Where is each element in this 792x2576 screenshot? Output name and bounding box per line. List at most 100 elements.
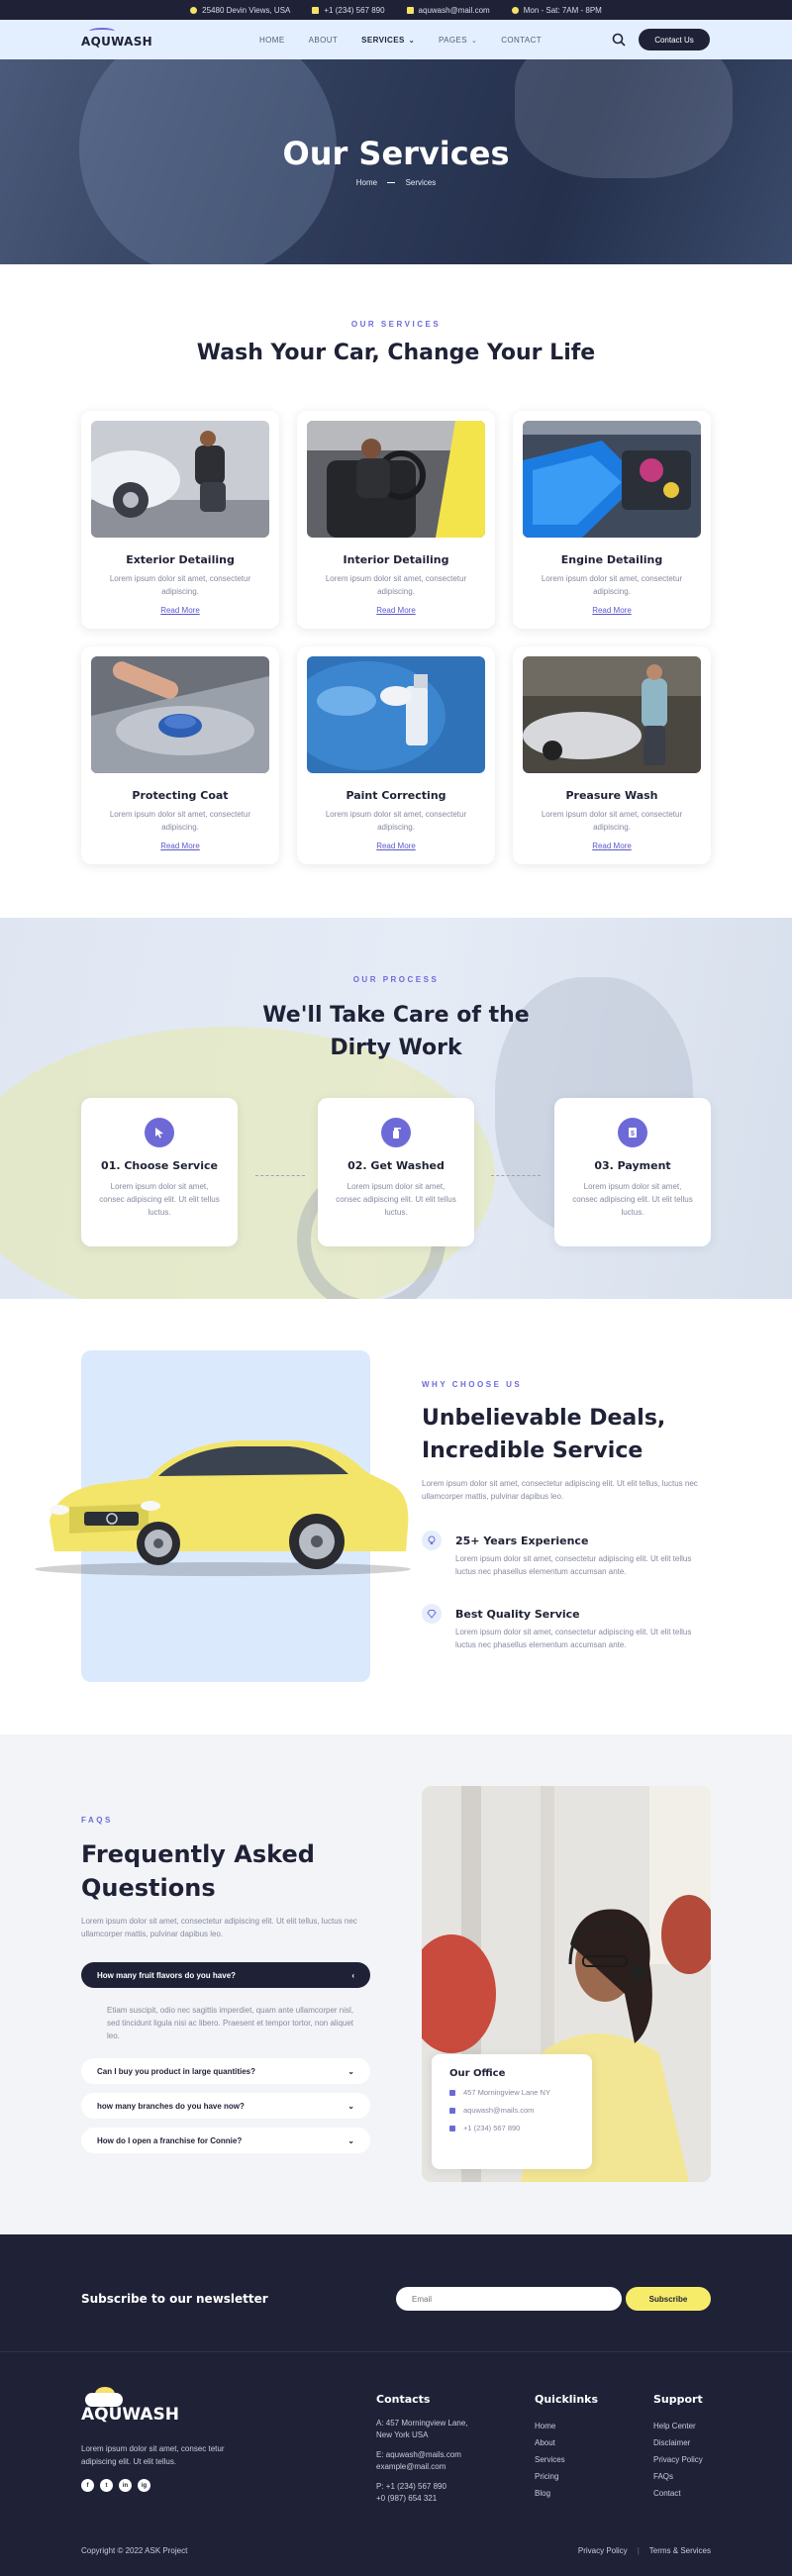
paint-correcting-photo [307, 656, 485, 773]
footer-email-line2: example@mail.com [376, 2462, 446, 2471]
contact-us-button[interactable]: Contact Us [639, 29, 710, 50]
search-icon[interactable] [612, 33, 626, 47]
office-address-text: 457 Morningview Lane NY [463, 2088, 550, 2097]
nav-services[interactable]: SERVICES ⌄ [361, 36, 415, 45]
step-title: 03. Payment [594, 1159, 671, 1172]
faq-question-text: Can I buy you product in large quantitie… [97, 2066, 256, 2076]
copyright: Copyright © 2022 ASK Project [81, 2546, 188, 2555]
why-title-line1: Unbelievable Deals, [422, 1406, 666, 1431]
why-lead: Lorem ipsum dolor sit amet, consectetur … [422, 1479, 698, 1501]
mail-icon [449, 2107, 455, 2114]
step-title: 01. Choose Service [101, 1159, 218, 1172]
faq-question-text: How many fruit flavors do you have? [97, 1970, 237, 1980]
read-more-link[interactable]: Read More [160, 606, 200, 615]
logo[interactable]: AQUWASH [81, 28, 153, 49]
footer-link-services[interactable]: Services [535, 2451, 598, 2468]
breadcrumb: Home Services [0, 178, 792, 187]
why-eyebrow: WHY CHOOSE US [422, 1380, 523, 1389]
topbar-phone[interactable]: +1 (234) 567 890 [312, 6, 385, 15]
service-text: Lorem ipsum dolor sit amet, consectetur … [325, 810, 467, 832]
invoice-icon: $ [618, 1118, 647, 1147]
footer-link-about[interactable]: About [535, 2434, 598, 2451]
read-more-link[interactable]: Read More [160, 842, 200, 850]
footer-link-home[interactable]: Home [535, 2418, 598, 2434]
why-section: WHY CHOOSE US Unbelievable Deals, Incred… [0, 1299, 792, 1734]
diamond-icon [422, 1604, 442, 1624]
chevron-left-icon: ‹ [351, 1970, 354, 1980]
engine-detailing-photo [523, 421, 701, 538]
footer-link-pricing[interactable]: Pricing [535, 2468, 598, 2485]
nav-services-label: SERVICES [361, 35, 405, 45]
linkedin-icon[interactable]: in [119, 2479, 132, 2492]
footer-quicklinks: Quicklinks Home About Services Pricing B… [535, 2393, 598, 2502]
instagram-icon[interactable]: ig [138, 2479, 150, 2492]
topbar-hours: Mon - Sat: 7AM - 8PM [511, 6, 602, 15]
footer-link-faqs[interactable]: FAQs [653, 2468, 703, 2485]
faq-title-line1: Frequently Asked [81, 1840, 315, 1868]
process-step: $ 03. Payment Lorem ipsum dolor sit amet… [554, 1098, 711, 1246]
nav-about[interactable]: ABOUT [309, 36, 339, 45]
nav-home[interactable]: HOME [259, 36, 285, 45]
pressure-wash-photo [523, 656, 701, 773]
chevron-down-icon: ⌄ [470, 37, 478, 45]
services-eyebrow: OUR SERVICES [350, 320, 442, 329]
footer-phone[interactable]: P: +1 (234) 567 890 +0 (987) 654 321 [376, 2481, 485, 2505]
footer-link-disclaimer[interactable]: Disclaimer [653, 2434, 703, 2451]
read-more-link[interactable]: Read More [376, 842, 416, 850]
office-address: 457 Morningview Lane NY [449, 2088, 574, 2097]
office-card: Our Office 457 Morningview Lane NY aquwa… [432, 2054, 592, 2169]
process-step: 01. Choose Service Lorem ipsum dolor sit… [81, 1098, 238, 1246]
service-card: Interior Detailing Lorem ipsum dolor sit… [297, 411, 495, 629]
twitter-icon[interactable]: t [100, 2479, 113, 2492]
chevron-down-icon: ⌄ [347, 2066, 354, 2076]
topbar-email[interactable]: aquwash@mail.com [406, 6, 490, 15]
nav-pages[interactable]: PAGES ⌄ [439, 36, 477, 45]
footer-link-blog[interactable]: Blog [535, 2485, 598, 2502]
service-card: Paint Correcting Lorem ipsum dolor sit a… [297, 646, 495, 864]
read-more-link[interactable]: Read More [376, 606, 416, 615]
page: 25480 Devin Views, USA +1 (234) 567 890 … [0, 0, 792, 2576]
nav-contact[interactable]: CONTACT [501, 36, 542, 45]
process-section: OUR PROCESS We'll Take Care of the Dirty… [0, 918, 792, 1299]
office-email-text: aquwash@mails.com [463, 2106, 535, 2115]
why-title-line2: Incredible Service [422, 1438, 644, 1463]
footer-link-help[interactable]: Help Center [653, 2418, 703, 2434]
contacts-title: Contacts [376, 2393, 431, 2406]
chevron-down-icon: ⌄ [347, 2101, 354, 2111]
office-phone[interactable]: +1 (234) 567 890 [449, 2124, 574, 2132]
phone-icon [312, 6, 320, 14]
footer-link-privacy[interactable]: Privacy Policy [653, 2451, 703, 2468]
footer-link-contact[interactable]: Contact [653, 2485, 703, 2502]
spray-bottle-icon [381, 1118, 411, 1147]
service-title: Interior Detailing [343, 553, 449, 566]
privacy-policy-link[interactable]: Privacy Policy [578, 2546, 628, 2555]
navbar: AQUWASH HOME ABOUT SERVICES ⌄ PAGES ⌄ CONT… [0, 20, 792, 59]
process-title-line1: We'll Take Care of the [262, 1003, 530, 1028]
service-image [307, 656, 485, 773]
read-more-link[interactable]: Read More [592, 842, 632, 850]
faq-question-open[interactable]: How many fruit flavors do you have? ‹ [81, 1962, 370, 1988]
protecting-coat-photo [91, 656, 269, 773]
terms-link[interactable]: Terms & Services [649, 2546, 711, 2555]
faq-question-text: how many branches do you have now? [97, 2101, 245, 2111]
subscribe-button[interactable]: Subscribe [626, 2287, 711, 2311]
footer-email[interactable]: E: aquwash@mails.com example@mail.com [376, 2449, 485, 2473]
breadcrumb-home[interactable]: Home [356, 178, 377, 187]
nav-pages-label: PAGES [438, 35, 467, 45]
faq-question-text: How do I open a franchise for Connie? [97, 2135, 243, 2145]
newsletter-email-input[interactable] [396, 2287, 622, 2311]
read-more-link[interactable]: Read More [592, 606, 632, 615]
faq-question[interactable]: How do I open a franchise for Connie? ⌄ [81, 2128, 370, 2153]
office-email[interactable]: aquwash@mails.com [449, 2106, 574, 2115]
hero-banner: Our Services Home Services [0, 59, 792, 264]
exterior-detailing-photo [91, 421, 269, 538]
svg-text:$: $ [631, 1131, 635, 1138]
facebook-icon[interactable]: f [81, 2479, 94, 2492]
location-icon [449, 2089, 455, 2096]
phone-icon [449, 2125, 455, 2131]
logo-text: AQUWASH [81, 35, 153, 49]
faq-question[interactable]: Can I buy you product in large quantitie… [81, 2058, 370, 2084]
faq-question[interactable]: how many branches do you have now? ⌄ [81, 2093, 370, 2119]
logo-swoosh-icon [89, 28, 115, 35]
top-bar: 25480 Devin Views, USA +1 (234) 567 890 … [0, 0, 792, 20]
